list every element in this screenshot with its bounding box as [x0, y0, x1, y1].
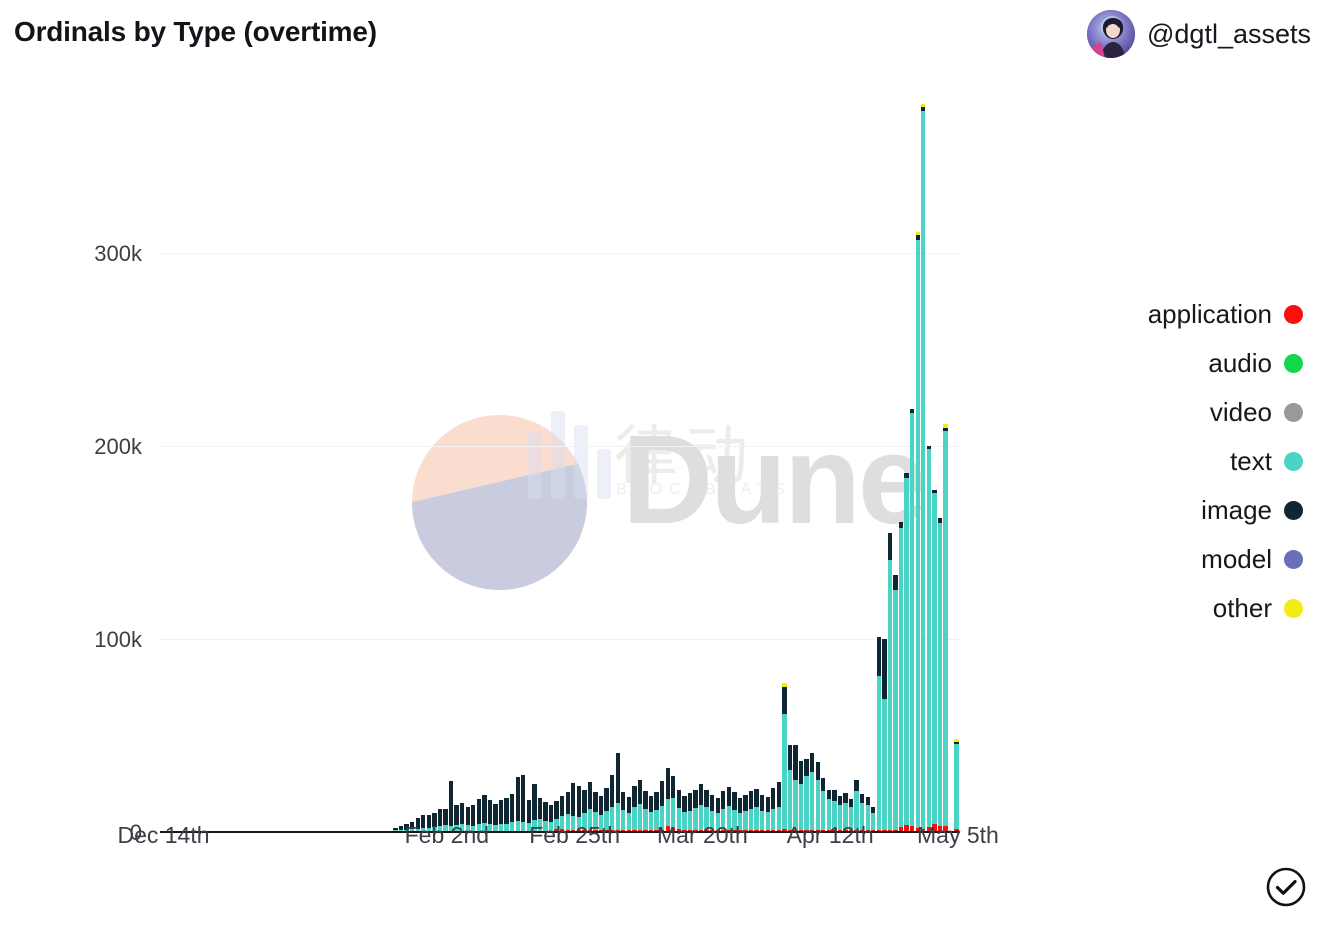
legend-item-label: model — [1201, 544, 1272, 574]
user-avatar[interactable] — [1087, 10, 1135, 58]
legend-color-swatch — [1284, 452, 1303, 471]
x-axis-tick-label: Mar 20th — [656, 822, 748, 848]
legend-item-other[interactable]: other — [1063, 584, 1303, 633]
legend-item-label: application — [1147, 299, 1272, 329]
legend-item-label: text — [1230, 446, 1272, 476]
check-circle-icon[interactable] — [1265, 866, 1307, 908]
legend-color-swatch — [1284, 550, 1303, 569]
legend-item-label: image — [1201, 495, 1272, 525]
legend-color-swatch — [1284, 599, 1303, 618]
x-axis: Dec 14th Feb 2nd Feb 25th Mar 20th Apr 12th M… — [0, 72, 1060, 872]
legend-item-label: video — [1209, 397, 1272, 427]
x-axis-tick-label: May 5th — [917, 822, 999, 848]
legend-color-swatch — [1284, 403, 1303, 422]
x-axis-tick-label: Feb 2nd — [404, 822, 490, 848]
legend-item-audio[interactable]: audio — [1063, 339, 1303, 388]
legend-item-label: audio — [1208, 348, 1272, 378]
x-axis-tick-label: Dec 14th — [117, 822, 210, 848]
legend-item-application[interactable]: application — [1063, 290, 1303, 339]
legend-item-image[interactable]: image — [1063, 486, 1303, 535]
x-axis-tick-label: Feb 25th — [529, 822, 621, 848]
legend-item-model[interactable]: model — [1063, 535, 1303, 584]
legend-color-swatch — [1284, 354, 1303, 373]
legend-item-video[interactable]: video — [1063, 388, 1303, 437]
legend-color-swatch — [1284, 305, 1303, 324]
page-title: Ordinals by Type (overtime) — [14, 16, 377, 47]
chart-container: 0 100k 200k 300k Dec 14th Feb 2nd Feb 25th Mar… — [0, 72, 1060, 872]
legend-color-swatch — [1284, 501, 1303, 520]
user-handle[interactable]: @dgtl_assets — [1147, 19, 1311, 50]
user-block[interactable]: @dgtl_assets — [1087, 10, 1311, 58]
chart-legend: application audio video text image model other — [1063, 290, 1303, 633]
legend-item-text[interactable]: text — [1063, 437, 1303, 486]
legend-item-label: other — [1212, 593, 1272, 623]
chart-header: Ordinals by Type (overtime) @dgtl_assets — [0, 0, 1325, 72]
x-axis-tick-label: Apr 12th — [786, 822, 874, 848]
